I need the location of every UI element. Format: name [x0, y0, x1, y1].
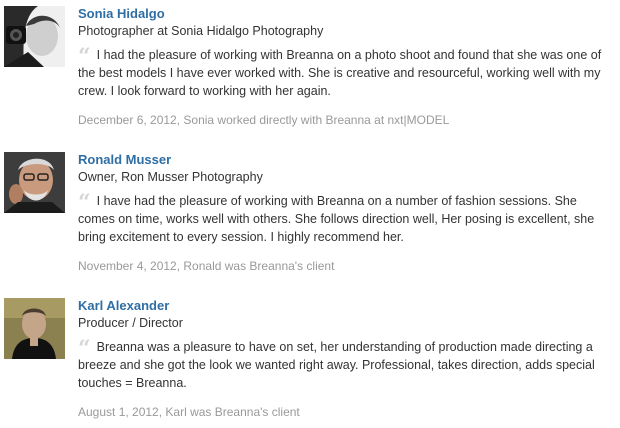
recommendation-item: Ronald Musser Owner, Ron Musser Photogra…: [0, 152, 620, 282]
recommendation-meta: November 4, 2012, Ronald was Breanna's c…: [78, 259, 335, 273]
avatar[interactable]: [4, 298, 65, 359]
recommender-headline: Producer / Director: [78, 316, 183, 330]
avatar[interactable]: [4, 6, 65, 67]
recommender-name[interactable]: Karl Alexander: [78, 298, 169, 314]
recommender-headline: Owner, Ron Musser Photography: [78, 170, 263, 184]
recommendation-text: “I have had the pleasure of working with…: [78, 192, 614, 246]
recommendation-meta: August 1, 2012, Karl was Breanna's clien…: [78, 405, 300, 419]
recommendation-text: “Breanna was a pleasure to have on set, …: [78, 338, 614, 392]
recommendation-item: Karl Alexander Producer / Director “Brea…: [0, 298, 620, 426]
recommender-name[interactable]: Ronald Musser: [78, 152, 171, 168]
recommendation-text: “I had the pleasure of working with Brea…: [78, 46, 614, 100]
recommendation-item: Sonia Hidalgo Photographer at Sonia Hida…: [0, 6, 620, 136]
avatar[interactable]: [4, 152, 65, 213]
recommendation-body: I had the pleasure of working with Brean…: [78, 48, 602, 98]
recommendation-meta: December 6, 2012, Sonia worked directly …: [78, 113, 450, 127]
recommendation-body: I have had the pleasure of working with …: [78, 194, 595, 244]
recommender-headline: Photographer at Sonia Hidalgo Photograph…: [78, 24, 324, 38]
recommender-name[interactable]: Sonia Hidalgo: [78, 6, 165, 22]
recommendation-body: Breanna was a pleasure to have on set, h…: [78, 340, 595, 390]
